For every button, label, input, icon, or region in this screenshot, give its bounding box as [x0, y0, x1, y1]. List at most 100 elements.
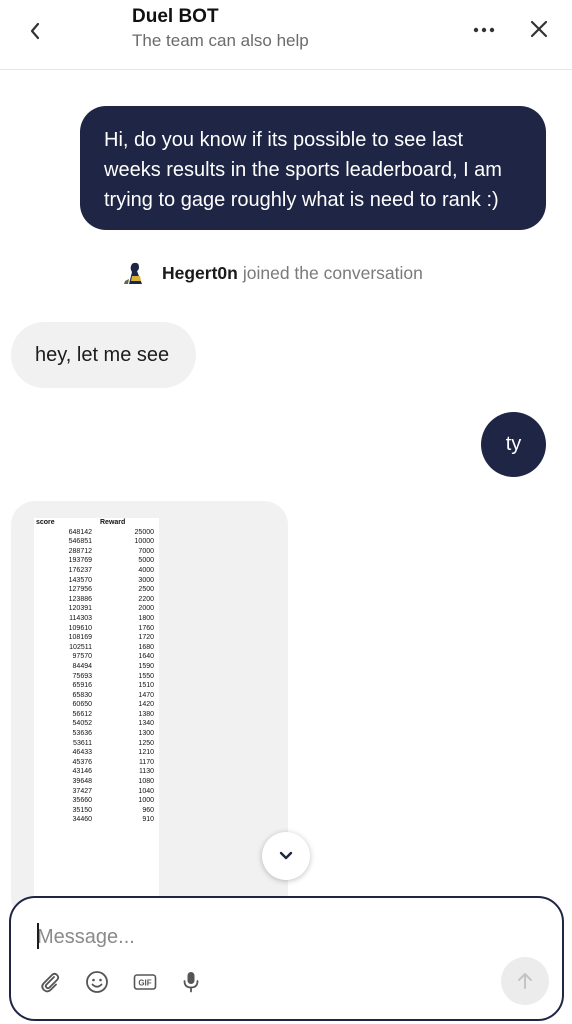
sheet-cell-score: 127956	[68, 586, 92, 594]
chevron-down-icon	[279, 851, 293, 860]
sheet-cell-reward: 1210	[138, 749, 154, 757]
sheet-row: 114303 1800	[34, 614, 159, 624]
gif-button[interactable]: GIF	[131, 968, 159, 996]
more-options-button[interactable]	[470, 16, 498, 44]
sheet-cell-score: 102511	[69, 643, 92, 651]
sheet-cell-score: 288712	[68, 547, 92, 555]
sheet-row: 102511 1680	[34, 643, 159, 653]
sheet-row: 97570 1640	[34, 652, 159, 662]
image-attachment[interactable]: score Reward 648142 25000 546851 10000 288712 7…	[11, 501, 288, 921]
attach-button[interactable]	[36, 968, 64, 996]
sheet-cell-score: 65830	[72, 691, 92, 699]
sheet-cell-score: 39648	[72, 778, 92, 786]
sheet-row: 35150 960	[34, 806, 159, 816]
sheet-cell-score: 648142	[68, 528, 92, 536]
sheet-row: 120391 2000	[34, 604, 159, 614]
sheet-cell-reward: 2000	[138, 605, 154, 613]
sheet-row: 176237 4000	[34, 566, 159, 576]
sheet-cell-score: 45376	[72, 758, 92, 766]
sheet-row: 288712 7000	[34, 547, 159, 557]
close-button[interactable]	[524, 14, 554, 44]
scroll-to-bottom-button[interactable]	[262, 832, 310, 880]
sheet-cell-score: 75693	[72, 672, 92, 680]
sheet-row: 35660 1000	[34, 796, 159, 806]
agent-name: Hegert0n	[162, 262, 238, 283]
sheet-row: 60650 1420	[34, 700, 159, 710]
outgoing-message-short: ty	[481, 412, 546, 477]
sheet-row: 53611 1250	[34, 739, 159, 749]
emoji-button[interactable]	[83, 968, 111, 996]
text-cursor	[37, 923, 39, 949]
sheet-cell-score: 54052	[72, 720, 92, 728]
sheet-cell-reward: 1760	[138, 624, 154, 632]
sheet-row: 648142 25000	[34, 528, 159, 538]
leaderboard-spreadsheet-image: score Reward 648142 25000 546851 10000 288712 7…	[34, 518, 159, 898]
sheet-cell-reward: 1380	[138, 710, 154, 718]
more-dots-icon	[473, 27, 495, 33]
conversation-header: Duel BOT The team can also help	[0, 0, 572, 70]
sheet-row: 34460 910	[34, 815, 159, 825]
sheet-cell-score: 114303	[69, 614, 92, 622]
sheet-row: 143570 3000	[34, 576, 159, 586]
message-composer: GIF	[9, 896, 564, 1021]
message-input[interactable]	[37, 922, 517, 952]
sheet-cell-reward: 3000	[138, 576, 154, 584]
sheet-cell-score: 108169	[68, 634, 92, 642]
sheet-cell-reward: 1720	[138, 634, 154, 642]
sheet-cell-reward: 1000	[138, 797, 154, 805]
sheet-row: 127956 2500	[34, 585, 159, 595]
incoming-message: hey, let me see	[11, 322, 196, 388]
conversation-subtitle: The team can also help	[132, 31, 309, 50]
sheet-cell-score: 53611	[73, 739, 92, 747]
sheet-header-reward: Reward	[100, 519, 126, 526]
sheet-cell-reward: 1300	[138, 730, 154, 738]
sheet-cell-reward: 2200	[138, 595, 154, 603]
sheet-cell-score: 46433	[72, 749, 92, 757]
sheet-cell-reward: 1640	[138, 653, 154, 661]
sheet-cell-reward: 10000	[134, 538, 154, 546]
sheet-cell-score: 34460	[72, 816, 92, 824]
paperclip-icon	[41, 972, 60, 993]
sheet-cell-score: 193769	[68, 557, 92, 565]
sheet-row: 37427 1040	[34, 787, 159, 797]
sheet-row: 65830 1470	[34, 691, 159, 701]
sheet-cell-score: 35150	[72, 806, 92, 814]
gif-icon: GIF	[133, 974, 157, 990]
sheet-cell-score: 84494	[72, 662, 92, 670]
sheet-cell-reward: 1170	[138, 758, 154, 766]
microphone-icon	[183, 972, 199, 993]
sheet-row: 39648 1080	[34, 777, 159, 787]
sheet-row: 546851 10000	[34, 537, 159, 547]
sheet-cell-score: 176237	[68, 566, 92, 574]
back-button[interactable]	[20, 16, 50, 46]
sheet-cell-reward: 1080	[138, 778, 154, 786]
sheet-row: 193769 5000	[34, 556, 159, 566]
send-button[interactable]	[501, 957, 549, 1005]
sheet-cell-score: 35660	[72, 797, 92, 805]
sheet-row: 108169 1720	[34, 633, 159, 643]
sheet-row: 43146 1130	[34, 767, 159, 777]
sheet-cell-score: 120391	[68, 605, 92, 613]
voice-button[interactable]	[177, 968, 205, 996]
sheet-cell-score: 65916	[72, 682, 92, 690]
sheet-cell-reward: 1420	[138, 701, 154, 709]
sheet-cell-reward: 7000	[138, 547, 154, 555]
sheet-cell-reward: 1340	[138, 720, 154, 728]
sheet-cell-reward: 960	[142, 806, 154, 814]
sheet-cell-reward: 1800	[138, 614, 154, 622]
sheet-row: 65916 1510	[34, 681, 159, 691]
sheet-header-score: score	[36, 519, 55, 526]
sheet-cell-score: 123886	[68, 595, 92, 603]
arrow-up-icon	[518, 973, 532, 989]
sheet-cell-reward: 5000	[138, 557, 154, 565]
chevron-left-icon	[30, 22, 40, 40]
sheet-cell-score: 546851	[68, 538, 92, 546]
sheet-cell-reward: 1590	[138, 662, 154, 670]
sheet-cell-score: 60650	[72, 701, 92, 709]
svg-text:GIF: GIF	[138, 979, 151, 988]
sheet-row: 46433 1210	[34, 748, 159, 758]
sheet-cell-reward: 1130	[138, 768, 154, 776]
sheet-row: 56612 1380	[34, 710, 159, 720]
sheet-row: 84494 1590	[34, 662, 159, 672]
sheet-cell-reward: 1040	[138, 787, 154, 795]
